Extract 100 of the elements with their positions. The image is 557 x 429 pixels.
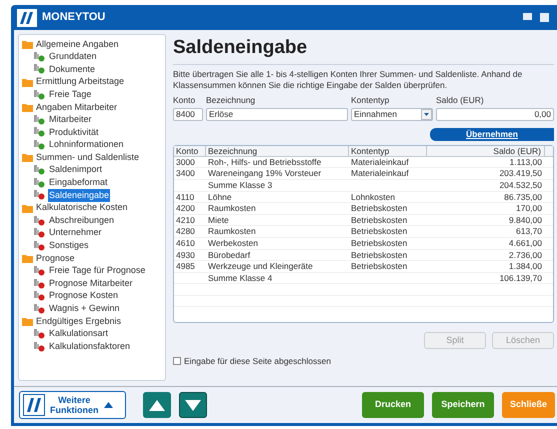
- move-up-button[interactable]: [143, 392, 171, 418]
- table-cell-text: Betriebskosten: [350, 203, 408, 214]
- window-title: MONEYTOU: [42, 10, 106, 26]
- field-label: Kontentyp: [351, 94, 390, 107]
- field-label: Saldo (EUR): [436, 94, 485, 107]
- tree-item[interactable]: Mitarbeiter: [48, 113, 93, 127]
- tree-item[interactable]: Lohninformationen: [48, 138, 125, 152]
- folder-icon: [22, 254, 33, 263]
- table-cell-text: Werbekosten: [207, 238, 259, 248]
- table-cell-text: 4.661,00: [508, 238, 543, 248]
- table-cell-text: Löhne: [207, 192, 233, 202]
- table-cell-text: Wareneingang 19% Vorsteuer: [207, 168, 322, 179]
- table-cell-text: 170,00: [515, 203, 543, 214]
- tree-item[interactable]: Prognose Kosten: [48, 289, 120, 303]
- tree-item[interactable]: Freie Tage: [48, 88, 92, 102]
- checkbox[interactable]: [173, 357, 181, 366]
- table-cell-text: Werkzeuge und Kleingeräte: [207, 261, 314, 272]
- folder-icon: [22, 316, 33, 326]
- tree-item[interactable]: Prognose Mitarbeiter: [48, 276, 134, 290]
- apply-button[interactable]: Übernehmen: [430, 128, 554, 141]
- folder-icon: [22, 78, 33, 87]
- intro-text: Klassensummen können Sie die richtige Eingabe der Salden überprüfen.: [173, 80, 448, 91]
- tree-item[interactable]: Produktivität: [48, 126, 100, 140]
- move-down-button[interactable]: [179, 392, 207, 418]
- table-cell-text: 4280: [175, 226, 196, 237]
- description-field[interactable]: Erlöse: [206, 108, 348, 121]
- table-cell-text: Summe Klasse 4: [207, 272, 274, 284]
- table-cell-text: Betriebskosten: [350, 250, 408, 260]
- more-functions-button[interactable]: Weitere Funktionen: [19, 391, 126, 419]
- tree-item[interactable]: Kalkulationsart: [48, 327, 110, 341]
- tree-item[interactable]: Abschreibungen: [48, 214, 116, 228]
- tree-item[interactable]: Freie Tage für Prognose: [48, 264, 146, 278]
- table-cell-text: Materialeinkauf: [350, 168, 410, 179]
- folder-icon: [22, 102, 33, 112]
- field-label: Bezeichnung: [206, 94, 256, 107]
- column-header[interactable]: Bezeichnung: [206, 146, 349, 156]
- dropdown-caret-icon: [421, 108, 432, 120]
- field-label: Konto: [173, 94, 196, 107]
- tree-item[interactable]: Kalkulationsfaktoren: [48, 340, 132, 354]
- table-cell-text: Betriebskosten: [350, 261, 408, 272]
- tree-item[interactable]: Saldeneingabe: [48, 188, 110, 202]
- tree-item[interactable]: Dokumente: [48, 62, 96, 76]
- tree-group[interactable]: Prognose: [36, 252, 75, 266]
- table-cell-text: 2.736,00: [508, 250, 543, 260]
- tree-group[interactable]: Allgemeine Angaben: [36, 38, 119, 52]
- column-header[interactable]: Konto: [174, 146, 206, 156]
- checkbox-label: Eingabe für diese Seite abgeschlossen: [184, 354, 331, 368]
- tree-item[interactable]: Saldenimport: [48, 163, 104, 177]
- table-cell-text: 613,70: [515, 226, 543, 237]
- account-type-dropdown[interactable]: Einnahmen: [351, 108, 433, 121]
- table-cell-text: 4985: [175, 261, 196, 272]
- logo-icon: [23, 394, 45, 416]
- table-cell-text: 3400: [175, 168, 196, 179]
- tree-item[interactable]: Grunddaten: [48, 50, 98, 64]
- table-cell-text: Betriebskosten: [350, 238, 408, 248]
- folder-icon: [22, 153, 33, 162]
- table-cell-text: Betriebskosten: [350, 226, 408, 237]
- folder-icon: [22, 204, 33, 213]
- folder-icon: [22, 40, 33, 49]
- table-cell-text: Raumkosten: [207, 226, 257, 237]
- table-cell-text: 203.419,50: [498, 168, 543, 179]
- tree-group[interactable]: Ermittlung Arbeitstage: [36, 75, 124, 89]
- caret-up-icon: [104, 402, 112, 408]
- minimize-button[interactable]: [523, 13, 532, 22]
- intro-text: Bitte übertragen Sie alle 1- bis 4-stelligen Konten Ihrer Summen- und Saldenliste. Anhand de: [173, 69, 524, 80]
- table-cell-text: Raumkosten: [207, 203, 257, 214]
- tree-item[interactable]: Eingabeformat: [48, 176, 109, 190]
- table-cell-text: 4200: [175, 203, 196, 214]
- footer-button[interactable]: Drucken: [362, 392, 424, 418]
- table-cell-text: 4610: [175, 238, 196, 248]
- page-heading: Saldeneingabe: [173, 36, 308, 60]
- footer-button[interactable]: Speichern: [432, 392, 494, 418]
- table-cell-text: Roh-, Hilfs- und Betriebsstoffe: [207, 156, 322, 168]
- tree-item[interactable]: Wagnis + Gewinn: [48, 302, 120, 316]
- column-header[interactable]: Kontentyp: [349, 146, 427, 156]
- table-cell-text: 9.840,00: [508, 214, 543, 226]
- table-cell-text: Summe Klasse 3: [207, 180, 274, 191]
- table-cell-text: 4210: [175, 214, 196, 226]
- table-cell-text: Lohnkosten: [350, 192, 396, 202]
- table-cell-text: 1.384,00: [508, 261, 543, 272]
- tree-group[interactable]: Angaben Mitarbeiter: [36, 100, 118, 114]
- table-cell-text: Betriebskosten: [350, 214, 408, 226]
- logo-icon: [17, 8, 37, 26]
- arrow-down-icon: [185, 400, 201, 410]
- table-cell-text: 3000: [175, 156, 196, 168]
- table-cell-text: 4930: [175, 250, 196, 260]
- balance-field[interactable]: 0,00: [436, 108, 554, 121]
- table-cell-text: 204.532,50: [498, 180, 543, 191]
- column-header[interactable]: Saldo (EUR): [427, 146, 545, 156]
- tree-group[interactable]: Kalkulatorische Kosten: [36, 201, 128, 215]
- table-cell-text: 86.735,00: [503, 192, 543, 202]
- table-cell-text: Miete: [207, 214, 230, 226]
- tree-group[interactable]: Endgültiges Ergebnis: [36, 314, 122, 328]
- table-cell-text: 4110: [175, 192, 196, 202]
- account-field[interactable]: 8400: [173, 108, 203, 121]
- tree-group[interactable]: Summen- und Saldenliste: [36, 150, 140, 164]
- table-cell-text: 106.139,70: [498, 272, 543, 284]
- tree-item[interactable]: Sonstiges: [48, 239, 90, 253]
- tree-item[interactable]: Unternehmer: [48, 226, 103, 240]
- table-cell-text: Materialeinkauf: [350, 156, 410, 168]
